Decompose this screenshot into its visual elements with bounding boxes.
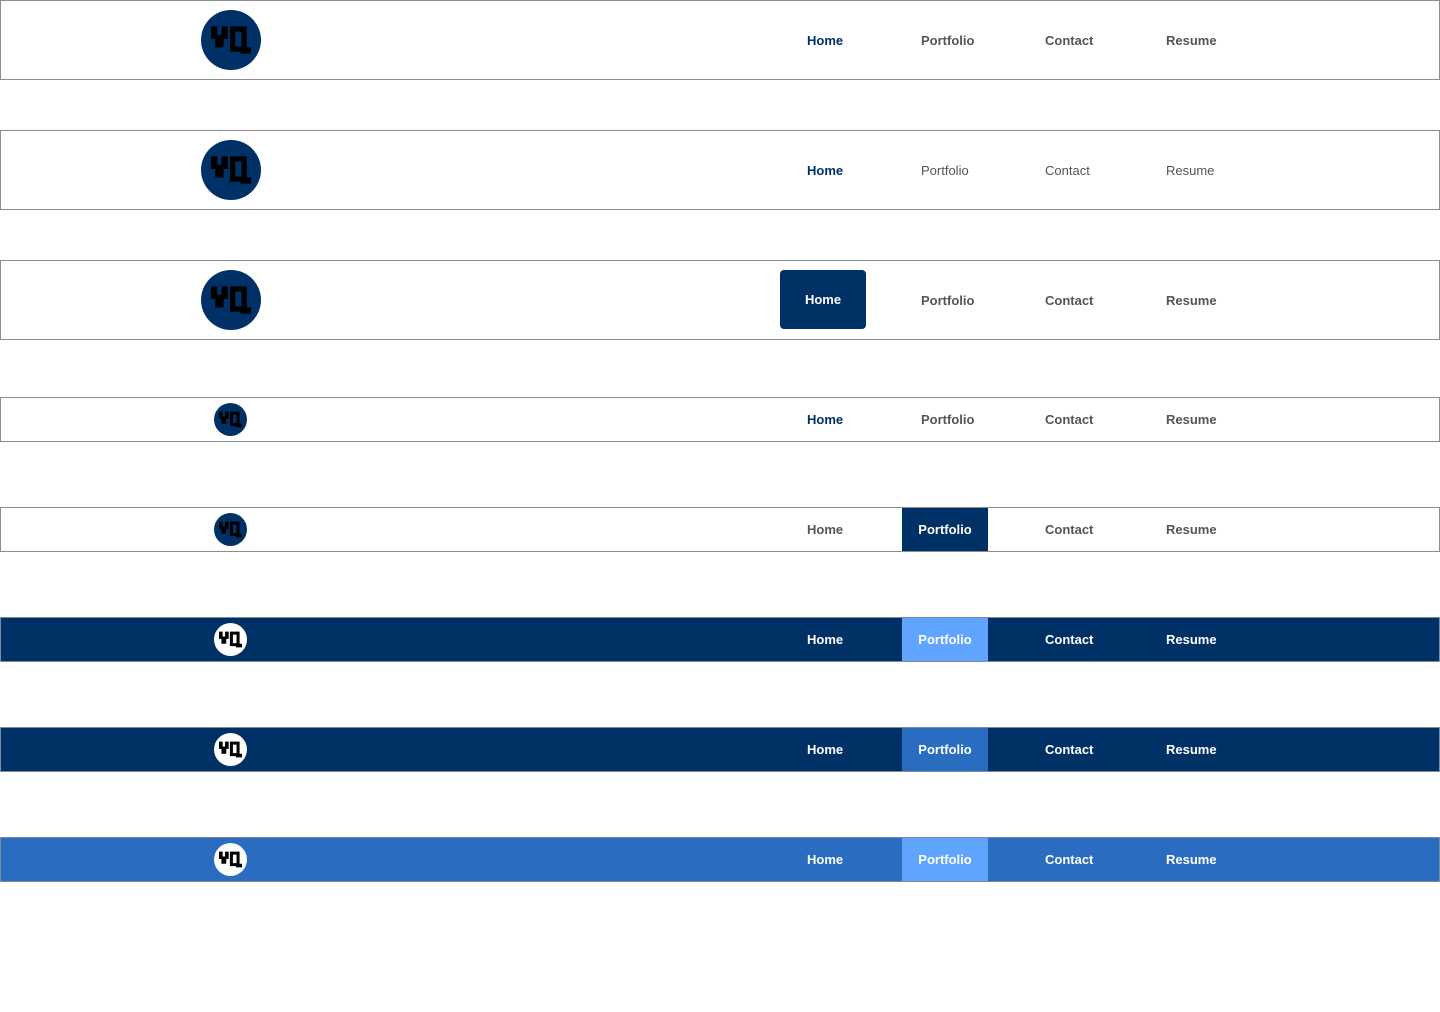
- nav-home-link[interactable]: Home: [807, 838, 843, 881]
- nav-contact-link[interactable]: Contact: [1045, 728, 1093, 771]
- nav-resume-link[interactable]: Resume: [1166, 261, 1217, 339]
- navbar-dark-portfolio-mid: Home Portfolio Contact Resume: [0, 727, 1440, 772]
- nav-contact-link[interactable]: Contact: [1045, 131, 1090, 209]
- navbar-pill-home-active: Home Portfolio Contact Resume: [0, 260, 1440, 340]
- nav-resume-link[interactable]: Resume: [1166, 728, 1217, 771]
- nav-home-link[interactable]: Home: [807, 131, 843, 209]
- nav-portfolio-tab-active[interactable]: Portfolio: [902, 618, 988, 661]
- nav-contact-link[interactable]: Contact: [1045, 261, 1093, 339]
- nav-home-link[interactable]: Home: [807, 728, 843, 771]
- navbar-bold-home-active: Home Portfolio Contact Resume: [0, 0, 1440, 80]
- navbar-blue-portfolio-sky: Home Portfolio Contact Resume: [0, 837, 1440, 882]
- nav-portfolio-tab-active[interactable]: Portfolio: [902, 508, 988, 551]
- nav-contact-link[interactable]: Contact: [1045, 1, 1093, 79]
- nav-contact-link[interactable]: Contact: [1045, 618, 1093, 661]
- nav-portfolio-tab-active[interactable]: Portfolio: [902, 838, 988, 881]
- nav-portfolio-link[interactable]: Portfolio: [921, 131, 969, 209]
- logo-yq-icon[interactable]: [214, 403, 247, 436]
- logo-yq-icon[interactable]: [201, 140, 261, 200]
- logo-yq-icon[interactable]: [214, 623, 247, 656]
- nav-resume-link[interactable]: Resume: [1166, 398, 1217, 441]
- nav-contact-link[interactable]: Contact: [1045, 508, 1093, 551]
- navbar-dark-portfolio-sky: Home Portfolio Contact Resume: [0, 617, 1440, 662]
- nav-portfolio-link[interactable]: Portfolio: [921, 398, 974, 441]
- nav-portfolio-tab-active[interactable]: Portfolio: [902, 728, 988, 771]
- nav-portfolio-link[interactable]: Portfolio: [921, 261, 974, 339]
- nav-resume-link[interactable]: Resume: [1166, 618, 1217, 661]
- nav-home-link[interactable]: Home: [807, 618, 843, 661]
- nav-home-link[interactable]: Home: [807, 1, 843, 79]
- logo-yq-icon[interactable]: [214, 733, 247, 766]
- nav-home-link[interactable]: Home: [807, 398, 843, 441]
- logo-yq-icon[interactable]: [214, 513, 247, 546]
- logo-yq-icon[interactable]: [201, 270, 261, 330]
- nav-resume-link[interactable]: Resume: [1166, 131, 1214, 209]
- navbar-compact-home-active: Home Portfolio Contact Resume: [0, 397, 1440, 442]
- nav-home-link[interactable]: Home: [807, 508, 843, 551]
- nav-contact-link[interactable]: Contact: [1045, 838, 1093, 881]
- logo-yq-icon[interactable]: [214, 843, 247, 876]
- logo-yq-icon[interactable]: [201, 10, 261, 70]
- nav-home-pill-button[interactable]: Home: [780, 270, 866, 329]
- navbar-compact-portfolio-tab: Home Portfolio Contact Resume: [0, 507, 1440, 552]
- navbar-light-home-active: Home Portfolio Contact Resume: [0, 130, 1440, 210]
- nav-resume-link[interactable]: Resume: [1166, 508, 1217, 551]
- nav-resume-link[interactable]: Resume: [1166, 838, 1217, 881]
- nav-portfolio-link[interactable]: Portfolio: [921, 1, 974, 79]
- nav-contact-link[interactable]: Contact: [1045, 398, 1093, 441]
- nav-resume-link[interactable]: Resume: [1166, 1, 1217, 79]
